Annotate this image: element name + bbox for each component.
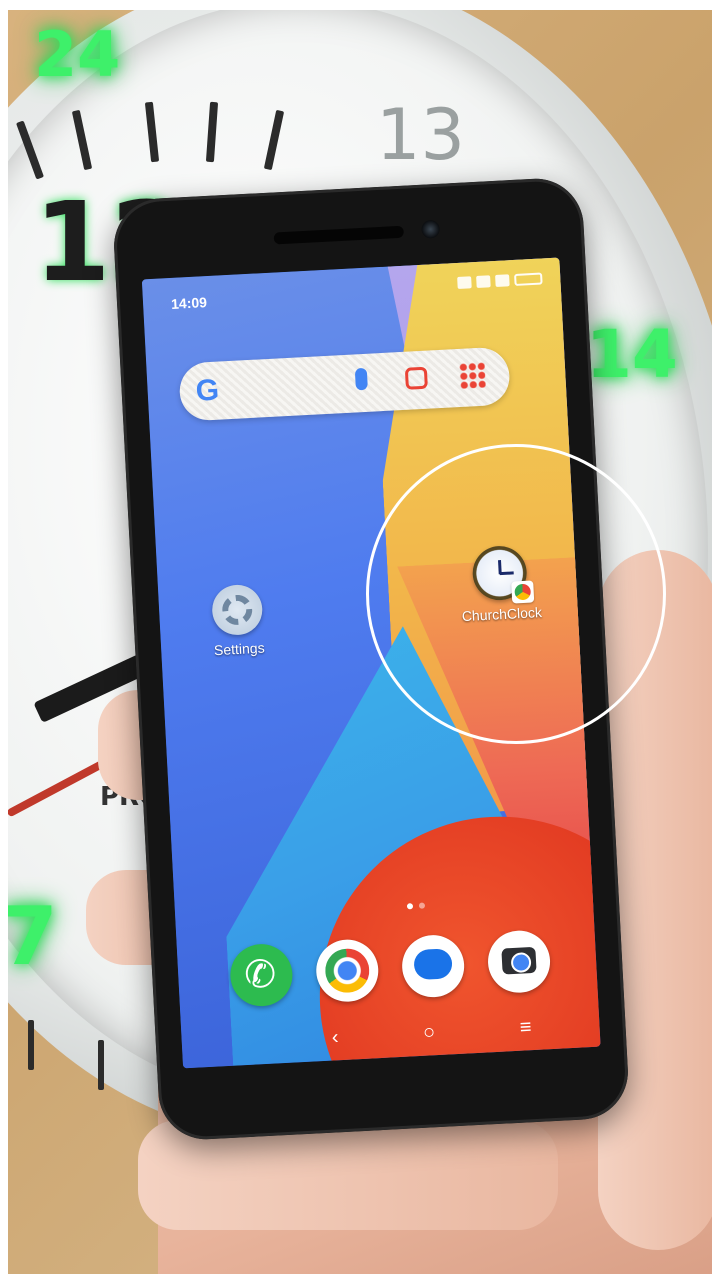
clock-tick <box>28 1020 34 1070</box>
signal-icon <box>476 275 491 288</box>
signal-icon <box>495 274 510 287</box>
home-button[interactable]: ○ <box>423 1021 436 1045</box>
status-time: 14:09 <box>170 294 208 312</box>
google-logo-icon: G <box>194 373 220 408</box>
gear-icon <box>221 594 254 626</box>
apps-grid-icon[interactable] <box>458 361 486 389</box>
annotation-circle <box>366 444 666 744</box>
lens-icon[interactable] <box>404 366 428 390</box>
page-dot <box>406 903 414 910</box>
app-settings[interactable]: Settings <box>186 582 290 659</box>
clock-numeral-14: 14 <box>586 316 678 393</box>
page-dot <box>418 902 426 909</box>
mic-icon[interactable] <box>354 367 368 391</box>
messages-icon[interactable] <box>400 933 466 999</box>
wifi-icon <box>457 276 472 289</box>
chrome-icon[interactable] <box>314 938 380 1004</box>
clock-numeral-7: 7 <box>8 890 58 983</box>
photo: 24 13 12 14 7 1 VI PRO 14:09 <box>8 10 712 1274</box>
camera-icon[interactable] <box>486 929 552 995</box>
back-button[interactable]: ‹ <box>331 1026 339 1049</box>
clock-tick <box>98 1040 104 1090</box>
recents-button[interactable]: ≡ <box>519 1016 532 1040</box>
clock-numeral-24: 24 <box>34 18 121 91</box>
clock-numeral-13: 13 <box>376 94 466 176</box>
settings-icon <box>210 583 264 637</box>
phone-icon[interactable] <box>228 942 294 1008</box>
battery-icon <box>514 272 543 286</box>
page-indicator <box>406 902 426 910</box>
